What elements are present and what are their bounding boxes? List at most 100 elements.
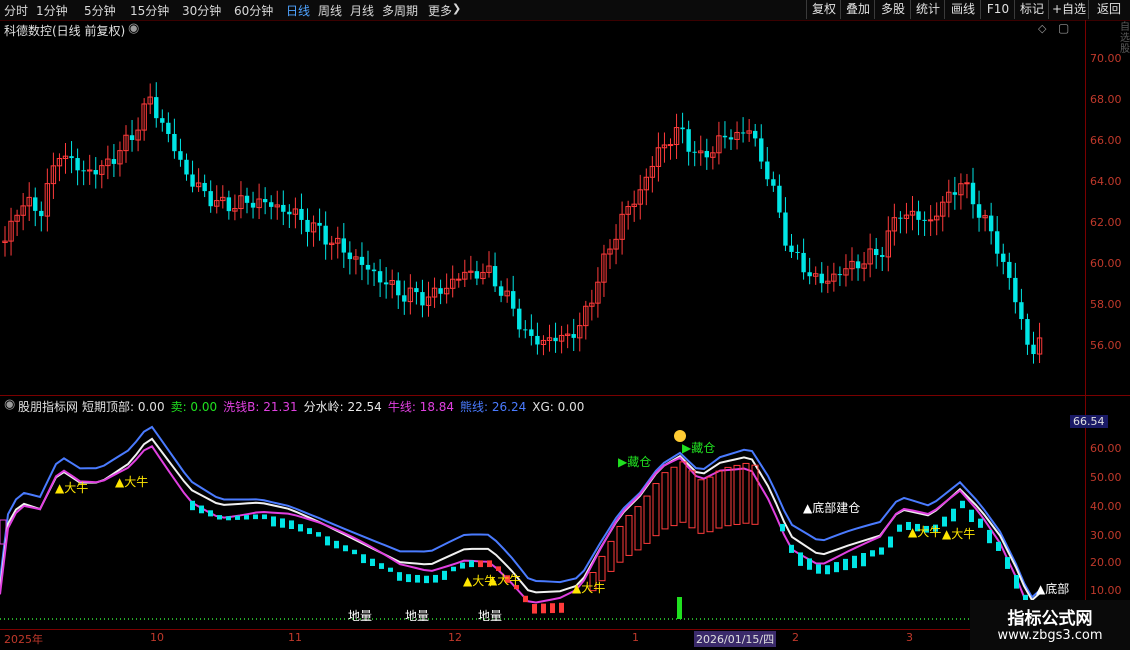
indicator-bar	[798, 552, 803, 566]
indicator-bar	[780, 523, 785, 532]
price-tick: 60.00	[1090, 257, 1122, 270]
price-tick: 64.00	[1090, 175, 1122, 188]
candle-down	[154, 97, 159, 119]
indicator-bar	[388, 567, 393, 572]
indicator-bar	[679, 461, 687, 523]
indicator-bar	[550, 603, 555, 614]
candle-down	[287, 211, 292, 215]
price-tick: 66.00	[1090, 134, 1122, 147]
candle-down	[970, 182, 976, 205]
indicator-bar	[897, 524, 902, 532]
indicator-bar	[559, 602, 564, 613]
candle-down	[420, 292, 425, 306]
indicator-bar	[825, 565, 830, 575]
date-label: 12	[448, 631, 462, 644]
indicator-bar	[688, 470, 696, 529]
candle-down	[1001, 253, 1006, 262]
candle-down	[529, 329, 534, 336]
candle-down	[39, 210, 44, 217]
indicator-bar	[244, 515, 249, 520]
candle-down	[299, 208, 304, 220]
indicator-bar	[852, 555, 857, 569]
candle-down	[995, 231, 1000, 254]
indicator-bar	[379, 563, 384, 569]
indicator-bar	[316, 532, 321, 537]
price-axis-line	[1085, 20, 1086, 630]
candle-down	[414, 288, 419, 293]
price-tick: 68.00	[1090, 93, 1122, 106]
candle-down	[680, 127, 685, 130]
indicator-bar	[697, 479, 705, 534]
candle-down	[202, 182, 207, 192]
bull-signal-label: ▲大牛	[115, 474, 148, 489]
candle-down	[898, 217, 903, 219]
indicator-bar	[199, 505, 204, 514]
money-bag-icon	[674, 430, 686, 442]
candle-down	[269, 202, 274, 207]
indicator-bar	[816, 564, 821, 574]
candle-down	[553, 337, 558, 342]
signal-bar	[677, 597, 682, 619]
candle-down	[75, 158, 80, 171]
indicator-bar	[733, 464, 741, 525]
indicator-bar	[969, 509, 974, 523]
candle-down	[383, 282, 389, 285]
indicator-bar	[208, 510, 213, 517]
indicator-bar	[235, 515, 240, 520]
indicator-bar	[652, 483, 660, 537]
indicator-bar	[298, 524, 303, 532]
candle-down	[226, 197, 232, 212]
candle-down	[783, 212, 788, 246]
candle-up	[456, 278, 462, 281]
indicator-bar	[469, 560, 474, 568]
date-label: 10	[150, 631, 164, 644]
indicator-tick: 10.00	[1090, 584, 1122, 597]
candle-up	[87, 169, 93, 172]
candle-down	[190, 174, 195, 187]
candle-down	[208, 191, 213, 207]
indicator-bar	[834, 562, 839, 573]
back-button[interactable]: 返回	[1088, 0, 1129, 19]
candle-down	[801, 252, 806, 273]
candle-down	[1031, 344, 1036, 355]
candle-down	[922, 219, 927, 221]
candle-down	[160, 118, 165, 123]
candle-down	[371, 269, 377, 272]
candle-down	[377, 271, 383, 283]
candle-down	[69, 156, 74, 159]
indicator-bar	[724, 466, 732, 527]
indicator-tick: 30.00	[1090, 529, 1122, 542]
candle-down	[262, 199, 268, 203]
cellar-volume-label: 地量	[405, 609, 429, 623]
indicator-bar	[715, 470, 723, 529]
candle-down	[686, 129, 691, 152]
bottom-signal-label: ▲底部	[1036, 581, 1069, 596]
candle-down	[952, 192, 958, 195]
indicator-bar	[1014, 574, 1019, 589]
indicator-bar	[415, 574, 420, 583]
candle-down	[740, 132, 746, 134]
candle-up	[667, 144, 674, 147]
indicator-bar	[289, 520, 294, 529]
indicator-bar	[307, 528, 312, 535]
indicator-bar	[951, 508, 956, 522]
indicator-tick: 50.00	[1090, 471, 1122, 484]
candle-down	[517, 308, 522, 330]
indicator-bar	[978, 518, 983, 528]
indicator-tick: 60.00	[1090, 442, 1122, 455]
indicator-bar	[742, 462, 750, 524]
candle-down	[1025, 319, 1030, 345]
indicator-bar	[361, 554, 366, 564]
indicator-bar	[870, 550, 875, 557]
candle-down	[244, 195, 250, 203]
candle-down	[396, 280, 401, 296]
candle-down	[571, 334, 576, 338]
crosshair-date-label: 2026/01/15/四	[694, 631, 777, 647]
indicator-bar	[996, 541, 1001, 551]
indicator-bar	[451, 566, 456, 572]
watermark-title: 指标公式网	[1007, 609, 1093, 629]
indicator-bar	[541, 603, 546, 614]
indicator-bar	[253, 514, 258, 520]
candle-down	[347, 252, 353, 260]
candle-down	[1007, 261, 1012, 278]
